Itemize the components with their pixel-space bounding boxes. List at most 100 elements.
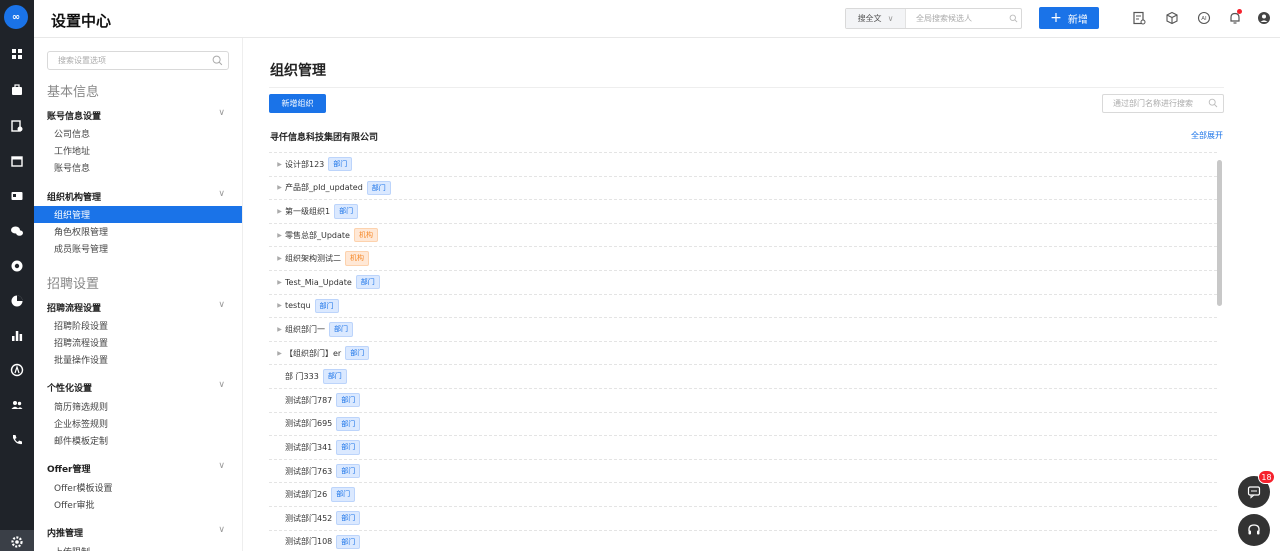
chevron-down-icon[interactable]: ∨ [218,108,225,118]
org-type-tag: 机构 [345,251,369,266]
chevron-down-icon[interactable]: ∨ [218,189,225,199]
org-tree-row[interactable]: 测试部门763 部门 [269,458,1217,483]
org-tree-row[interactable]: 测试部门26 部门 [269,482,1217,506]
org-type-tag: 部门 [345,345,370,361]
search-icon[interactable] [1005,14,1021,23]
sidebar-item-upload-limit[interactable]: 上传限制 [34,543,242,551]
org-tree-row[interactable]: ▶ 组织部门一 部门 [269,317,1217,341]
org-tree-row[interactable]: ▶ 设计部123 部门 [269,152,1217,176]
expand-arrow-icon[interactable]: ▶ [269,255,285,262]
id-card-icon[interactable] [0,184,34,208]
org-tree-row[interactable]: 测试部门787 部门 [269,387,1217,412]
user-avatar-icon[interactable] [1256,10,1272,26]
org-type-tag: 部门 [334,204,359,219]
org-name: 产品部_pId_updated [285,183,363,193]
new-button[interactable]: + 新增 [1039,7,1099,29]
org-tree-row[interactable]: ▶ 【组织部门】er 部门 [269,340,1217,365]
org-tree-row[interactable]: ▶ 组织架构测试二 机构 [269,246,1217,270]
chevron-down-icon[interactable]: ∨ [218,461,225,471]
sidebar-item-member-accounts[interactable]: 成员账号管理 [34,240,242,257]
bar-chart-icon[interactable] [0,324,34,348]
svg-text:AI: AI [1201,16,1207,22]
group-recruit-process[interactable]: 招聘流程设置 ∨ [47,300,225,314]
settings-gear-icon[interactable] [0,530,34,551]
group-org-management[interactable]: 组织机构管理 ∨ [47,189,225,203]
org-tree-row[interactable]: 测试部门108 部门 [269,529,1217,551]
chevron-down-icon[interactable]: ∨ [218,380,225,390]
org-type-tag: 部门 [322,369,347,384]
global-search-input[interactable]: 全局搜索候选人 [906,13,1005,24]
org-tree-row[interactable]: ▶ testqu 部门 [269,293,1217,318]
org-tree-row[interactable]: 测试部门452 部门 [269,505,1217,530]
chevron-down-icon[interactable]: ∨ [218,300,225,310]
org-tree-row[interactable]: ▶ Test_Mia_Update 部门 [269,269,1217,294]
expand-all-link[interactable]: 全部展开 [1191,130,1223,141]
group-personalization[interactable]: 个性化设置 ∨ [47,380,225,394]
dept-search-input[interactable]: 通过部门名称进行搜索 [1102,94,1224,113]
sidebar-item-tag-rules[interactable]: 企业标签规则 [34,415,242,432]
support-button[interactable] [1238,514,1270,546]
expand-arrow-icon[interactable]: ▶ [269,184,285,191]
expand-arrow-icon[interactable]: ▶ [269,302,285,309]
group-referral-management[interactable]: 内推管理 ∨ [47,525,225,539]
dept-search-placeholder: 通过部门名称进行搜索 [1113,99,1193,108]
expand-arrow-icon[interactable]: ▶ [269,208,285,215]
org-name: 零售总部_Update [285,230,350,240]
cube-icon[interactable] [1164,10,1180,26]
divider [269,87,1224,88]
top-header: 设置中心 搜全文 ∨ 全局搜索候选人 + 新增 AI [34,0,1280,38]
expand-arrow-icon[interactable]: ▶ [269,232,285,239]
sidebar-item-org-management[interactable]: 组织管理 [34,206,242,223]
group-account-settings[interactable]: 账号信息设置 ∨ [47,108,225,122]
expand-arrow-icon[interactable]: ▶ [269,161,285,168]
search-icon[interactable] [1208,98,1218,110]
group-offer-management[interactable]: Offer管理 ∨ [47,461,225,475]
sidebar-item-email-templates[interactable]: 邮件模板定制 [34,432,242,449]
calendar-icon[interactable] [0,149,34,173]
ai-assistant-icon[interactable]: AI [1196,10,1212,26]
dashboard-icon[interactable] [0,42,34,66]
expand-arrow-icon[interactable]: ▶ [269,326,285,333]
org-tree-row[interactable]: 测试部门695 部门 [269,411,1217,436]
org-tree-row[interactable]: 测试部门341 部门 [269,435,1217,459]
app-logo[interactable]: ∞ [4,5,28,29]
org-type-tag: 部门 [336,416,361,432]
team-icon[interactable] [0,393,34,417]
headset-icon [1248,524,1260,535]
expand-arrow-icon[interactable]: ▶ [269,279,285,286]
sidebar-item-resume-filter[interactable]: 简历筛选规则 [34,398,242,415]
org-type-tag: 部门 [336,534,361,549]
document-icon[interactable] [0,114,34,138]
briefcase-icon[interactable] [0,78,34,102]
target-icon[interactable] [0,254,34,278]
sidebar-item-recruit-flow[interactable]: 招聘流程设置 [34,334,242,351]
phone-icon[interactable] [0,428,34,452]
task-list-icon[interactable] [1131,10,1147,26]
sidebar-item-recruit-stages[interactable]: 招聘阶段设置 [34,317,242,334]
chevron-down-icon[interactable]: ∨ [218,525,225,535]
pie-chart-icon[interactable] [0,289,34,313]
sidebar-item-account-info[interactable]: 账号信息 [34,159,242,176]
app-store-icon[interactable] [0,358,34,382]
org-name: 组织架构测试二 [285,254,341,264]
sidebar-item-company-info[interactable]: 公司信息 [34,125,242,142]
sidebar-item-offer-templates[interactable]: Offer模板设置 [34,479,242,496]
search-scope-select[interactable]: 搜全文 ∨ [846,9,906,28]
sidebar-item-offer-approval[interactable]: Offer审批 [34,496,242,513]
sidebar-item-work-address[interactable]: 工作地址 [34,142,242,159]
scrollbar-thumb[interactable] [1217,160,1222,306]
org-tree-row[interactable]: ▶ 第一级组织1 部门 [269,199,1217,223]
search-icon[interactable] [212,55,223,68]
sidebar-item-role-permissions[interactable]: 角色权限管理 [34,223,242,240]
section-title-recruiting: 招聘设置 [47,277,100,292]
org-tree-row[interactable]: ▶ 零售总部_Update 机构 [269,222,1217,247]
sidebar-item-batch-ops[interactable]: 批量操作设置 [34,351,242,368]
wechat-icon[interactable] [0,219,34,243]
org-tree-row[interactable]: ▶ 产品部_pId_updated 部门 [269,175,1217,200]
org-tree-row[interactable]: 部 门333 部门 [269,364,1217,388]
add-org-button[interactable]: 新增组织 [269,94,326,113]
expand-arrow-icon[interactable]: ▶ [269,350,285,357]
global-search[interactable]: 搜全文 ∨ 全局搜索候选人 [845,8,1022,29]
settings-search-input[interactable]: 搜索设置选项 [47,51,229,70]
notification-bell-icon[interactable] [1227,9,1243,26]
